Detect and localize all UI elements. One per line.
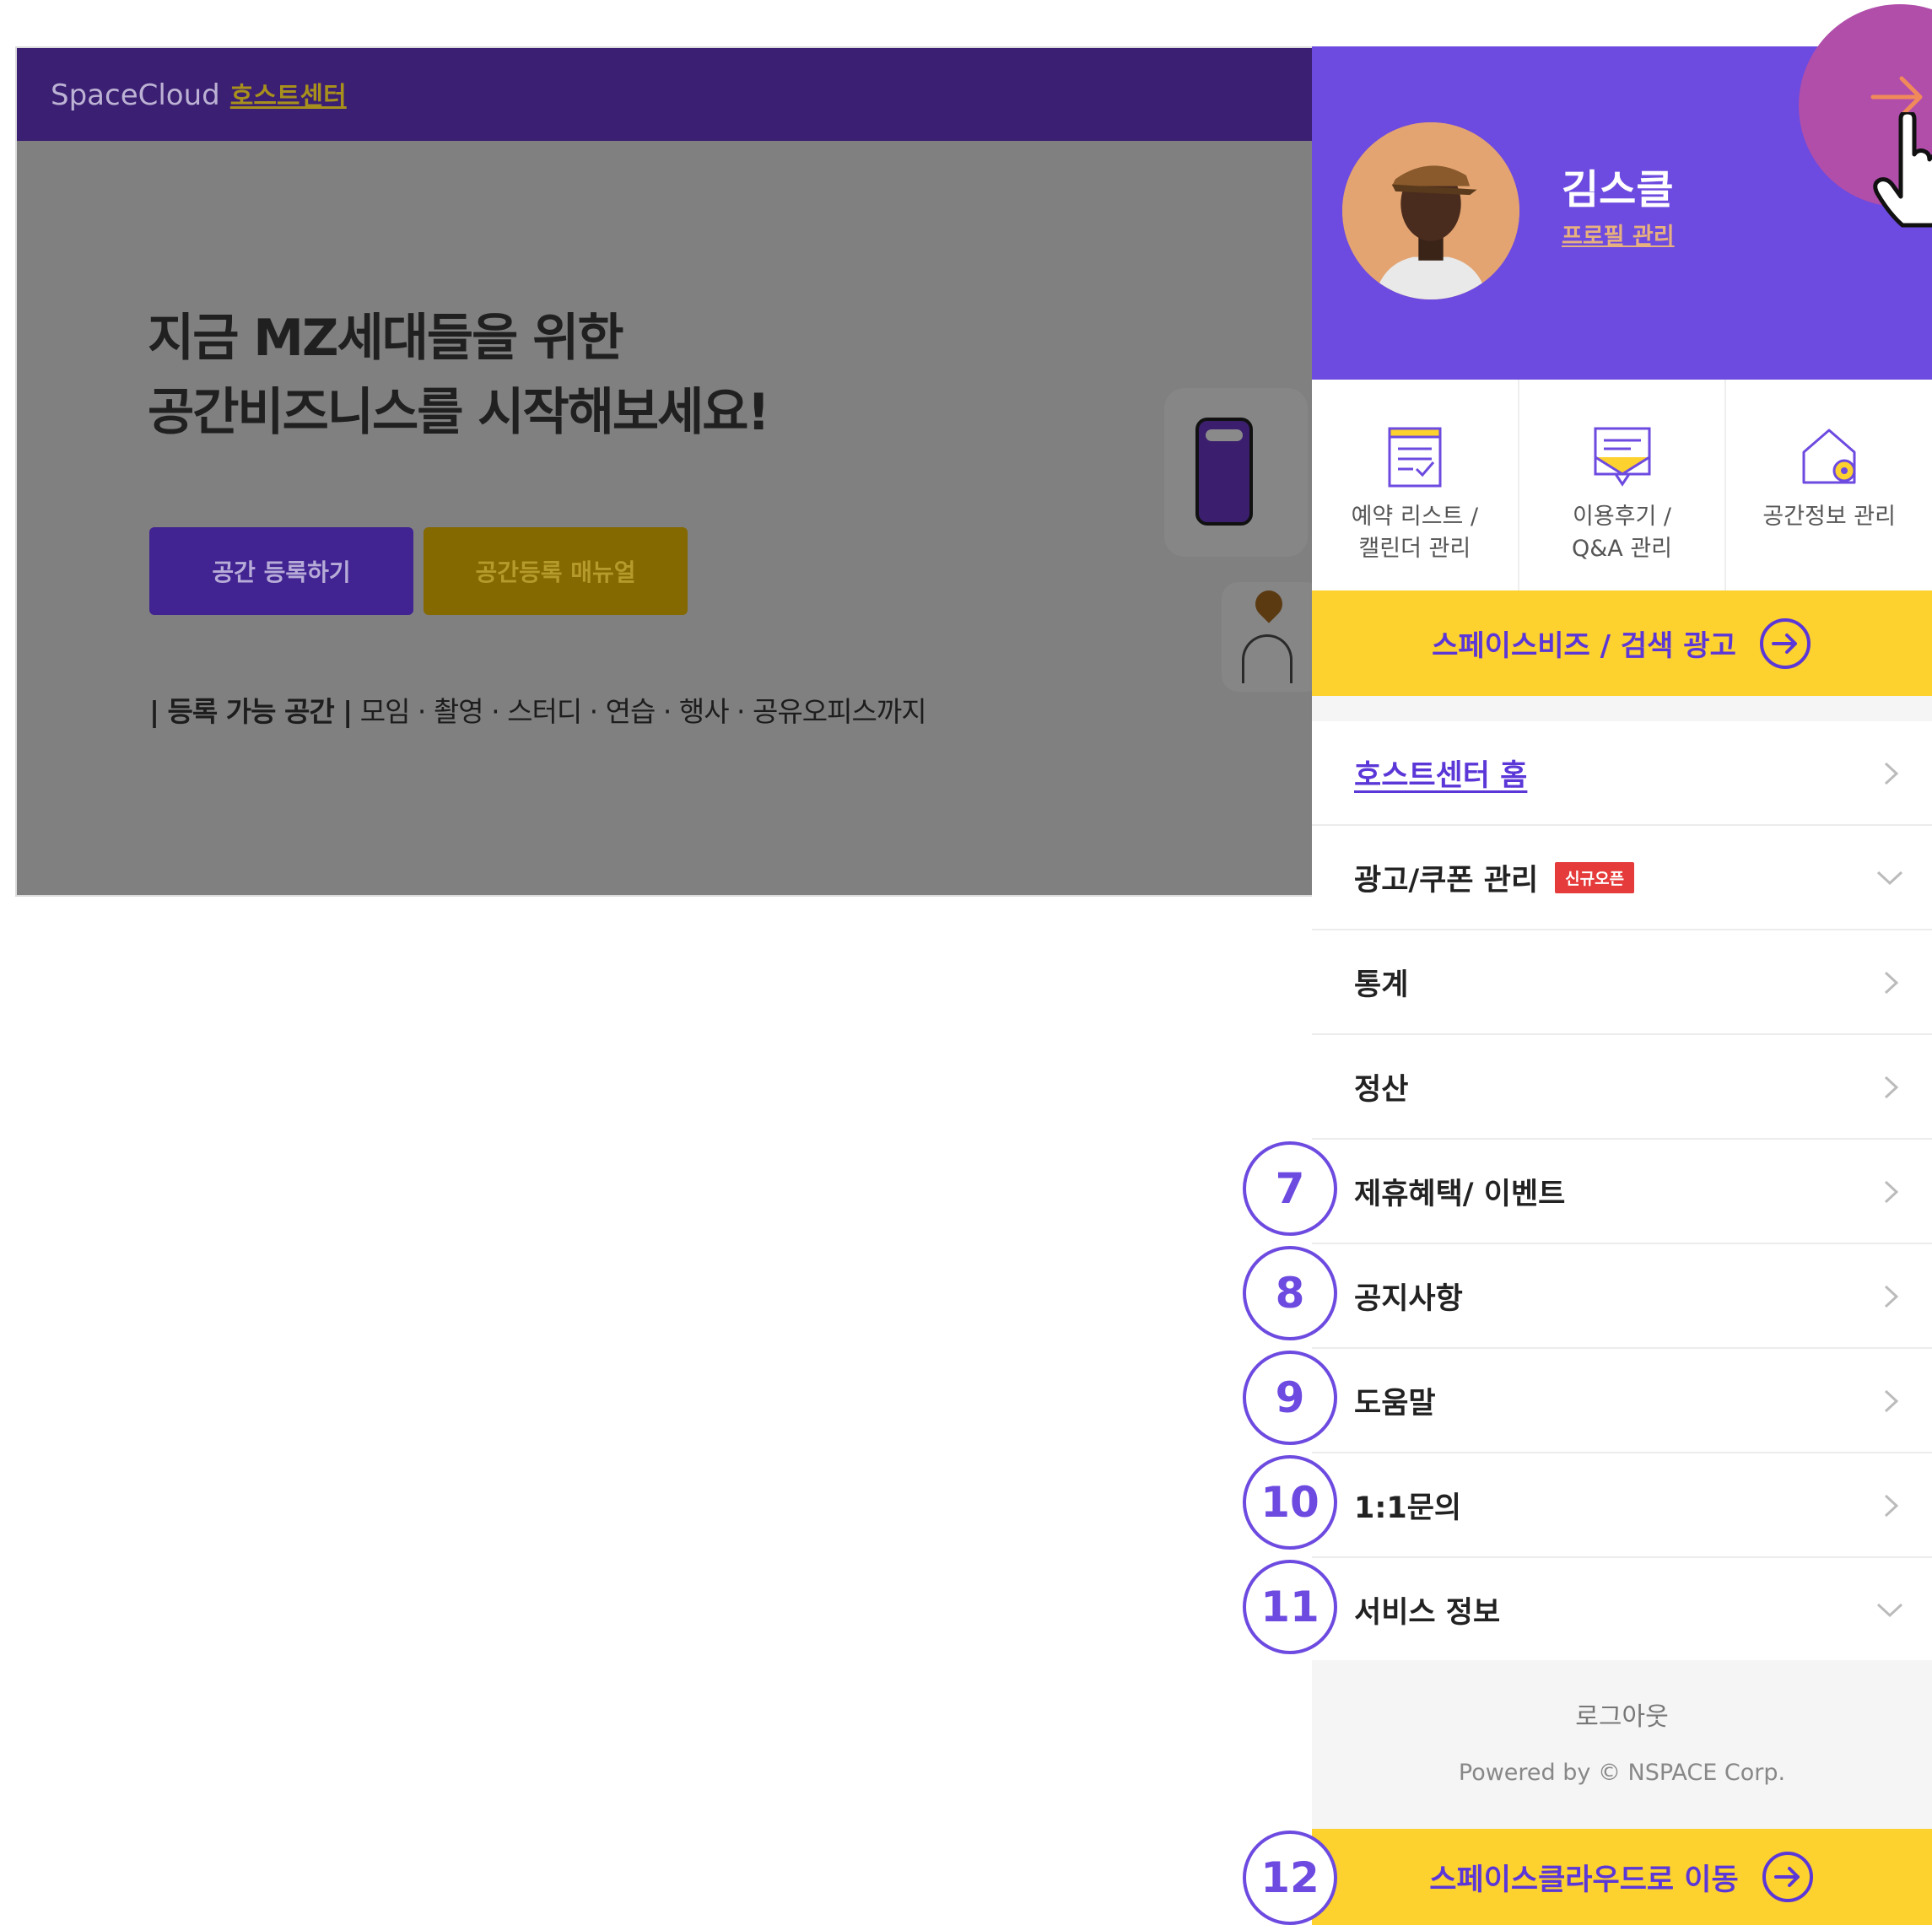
registration-manual-button[interactable]: 공간등록 매뉴얼 [424, 527, 688, 615]
go-to-spacecloud-label: 스페이스클라우드로 이동 [1429, 1863, 1739, 1897]
quick-link-space-info[interactable]: 공간정보 관리 [1726, 380, 1932, 590]
menu-label: 1:1문의 [1354, 1491, 1462, 1525]
review-icon [1594, 427, 1650, 487]
menu-item-inquiry[interactable]: 1:1문의 [1312, 1453, 1932, 1558]
quick-links: 예약 리스트 / 캘린더 관리 이용후기 / Q&A 관리 공간정보 관리 [1312, 380, 1932, 590]
menu-label: 호스트센터 홈 [1354, 758, 1528, 793]
callout-9: 9 [1243, 1351, 1337, 1445]
menu-label: 제휴혜택/ 이벤트 [1354, 1177, 1566, 1211]
circle-arrow-icon [1762, 1852, 1813, 1902]
chevron-right-icon [1884, 762, 1899, 785]
profile-header: 김스클 프로필 관리 [1312, 4, 1932, 380]
menu-label: 정산 [1354, 1072, 1409, 1107]
menu-item-help[interactable]: 도움말 [1312, 1349, 1932, 1453]
chevron-right-icon [1884, 971, 1899, 995]
menu-item-benefits-events[interactable]: 제휴혜택/ 이벤트 [1312, 1140, 1932, 1244]
profile-manage-link[interactable]: 프로필 관리 [1562, 218, 1675, 251]
callout-12: 12 [1243, 1831, 1337, 1925]
brand-sub: 호스트센터 [229, 82, 347, 111]
menu-label: 통계 [1354, 968, 1409, 1002]
avatar-image [1342, 122, 1519, 299]
avatar [1342, 122, 1519, 299]
menu-item-ads-coupons[interactable]: 광고/쿠폰 관리 신규오픈 [1312, 826, 1932, 930]
menu-item-settlement[interactable]: 정산 [1312, 1035, 1932, 1140]
spacebiz-ad-banner[interactable]: 스페이스비즈 / 검색 광고 [1312, 590, 1932, 696]
hand-cursor-icon [1873, 112, 1932, 228]
space-types-heading: | 등록 가능 공간 | [149, 695, 353, 728]
section-divider [1312, 696, 1932, 721]
register-space-button[interactable]: 공간 등록하기 [149, 527, 413, 615]
space-types-text: | 등록 가능 공간 | 모임 · 촬영 · 스터디 · 연습 · 행사 · 공… [149, 689, 927, 730]
chevron-right-icon [1884, 1076, 1899, 1099]
brand-name: SpaceCloud [51, 78, 220, 112]
menu-label: 광고/쿠폰 관리 [1354, 863, 1539, 898]
chevron-right-icon [1884, 1180, 1899, 1204]
callout-11: 11 [1243, 1560, 1337, 1654]
callout-8: 8 [1243, 1246, 1337, 1340]
callout-10: 10 [1243, 1455, 1337, 1550]
menu-item-notices[interactable]: 공지사항 [1312, 1244, 1932, 1349]
house-settings-icon [1802, 429, 1856, 484]
quick-link-reviews-label: 이용후기 / Q&A 관리 [1571, 504, 1673, 562]
building-icon [1242, 634, 1292, 683]
logout-button[interactable]: 로그아웃 [1312, 1696, 1932, 1733]
space-types-list: 모임 · 촬영 · 스터디 · 연습 · 행사 · 공유오피스까지 [352, 695, 927, 728]
go-to-spacecloud-button[interactable]: 스페이스클라우드로 이동 [1312, 1829, 1932, 1925]
site-header: SpaceCloud 호스트센터 [17, 48, 1313, 141]
quick-link-space-info-label: 공간정보 관리 [1762, 504, 1896, 530]
panel-footer: 로그아웃 Powered by © NSPACE Corp. [1312, 1660, 1932, 1829]
chevron-down-icon [1876, 871, 1903, 886]
hero-title: 지금 MZ세대들을 위한 공간비즈니스를 시작해보세요! [148, 301, 991, 450]
menu-item-host-home[interactable]: 호스트센터 홈 [1312, 721, 1932, 826]
side-menu-panel: 김스클 프로필 관리 예약 리스트 / 캘린더 관리 이용후기 / Q&A 관리… [1312, 4, 1932, 1925]
menu-item-service-info[interactable]: 서비스 정보 [1312, 1558, 1932, 1663]
chevron-down-icon [1876, 1603, 1903, 1618]
user-name: 김스클 [1562, 166, 1674, 213]
spacebiz-ad-label: 스페이스비즈 / 검색 광고 [1432, 629, 1736, 663]
hero-line-1: 지금 MZ세대들을 위한 [148, 309, 624, 368]
menu-item-statistics[interactable]: 통계 [1312, 930, 1932, 1035]
host-center-page: SpaceCloud 호스트센터 지금 MZ세대들을 위한 공간비즈니스를 시작해… [15, 46, 1314, 897]
chevron-right-icon [1884, 1389, 1899, 1413]
menu-label: 공지사항 [1354, 1281, 1463, 1316]
quick-link-reviews[interactable]: 이용후기 / Q&A 관리 [1519, 380, 1727, 590]
quick-link-reservations[interactable]: 예약 리스트 / 캘린더 관리 [1312, 380, 1519, 590]
brand-logo[interactable]: SpaceCloud 호스트센터 [51, 75, 347, 112]
powered-by-text: Powered by © NSPACE Corp. [1458, 1760, 1786, 1786]
chevron-right-icon [1884, 1494, 1899, 1518]
calendar-list-icon [1388, 427, 1442, 488]
menu-label: 도움말 [1354, 1386, 1436, 1421]
callout-7: 7 [1243, 1141, 1337, 1236]
hero-line-2: 공간비즈니스를 시작해보세요! [148, 383, 770, 442]
menu-label: 서비스 정보 [1354, 1595, 1501, 1630]
menu-list: 호스트센터 홈 광고/쿠폰 관리 신규오픈 통계 정산 제휴혜택/ 이벤트 공지… [1312, 721, 1932, 1663]
chevron-right-icon [1884, 1285, 1899, 1308]
phone-illustration [1195, 418, 1253, 526]
circle-arrow-icon [1759, 617, 1811, 669]
new-open-badge: 신규오픈 [1555, 861, 1635, 893]
quick-link-reservations-label: 예약 리스트 / 캘린더 관리 [1351, 504, 1479, 562]
